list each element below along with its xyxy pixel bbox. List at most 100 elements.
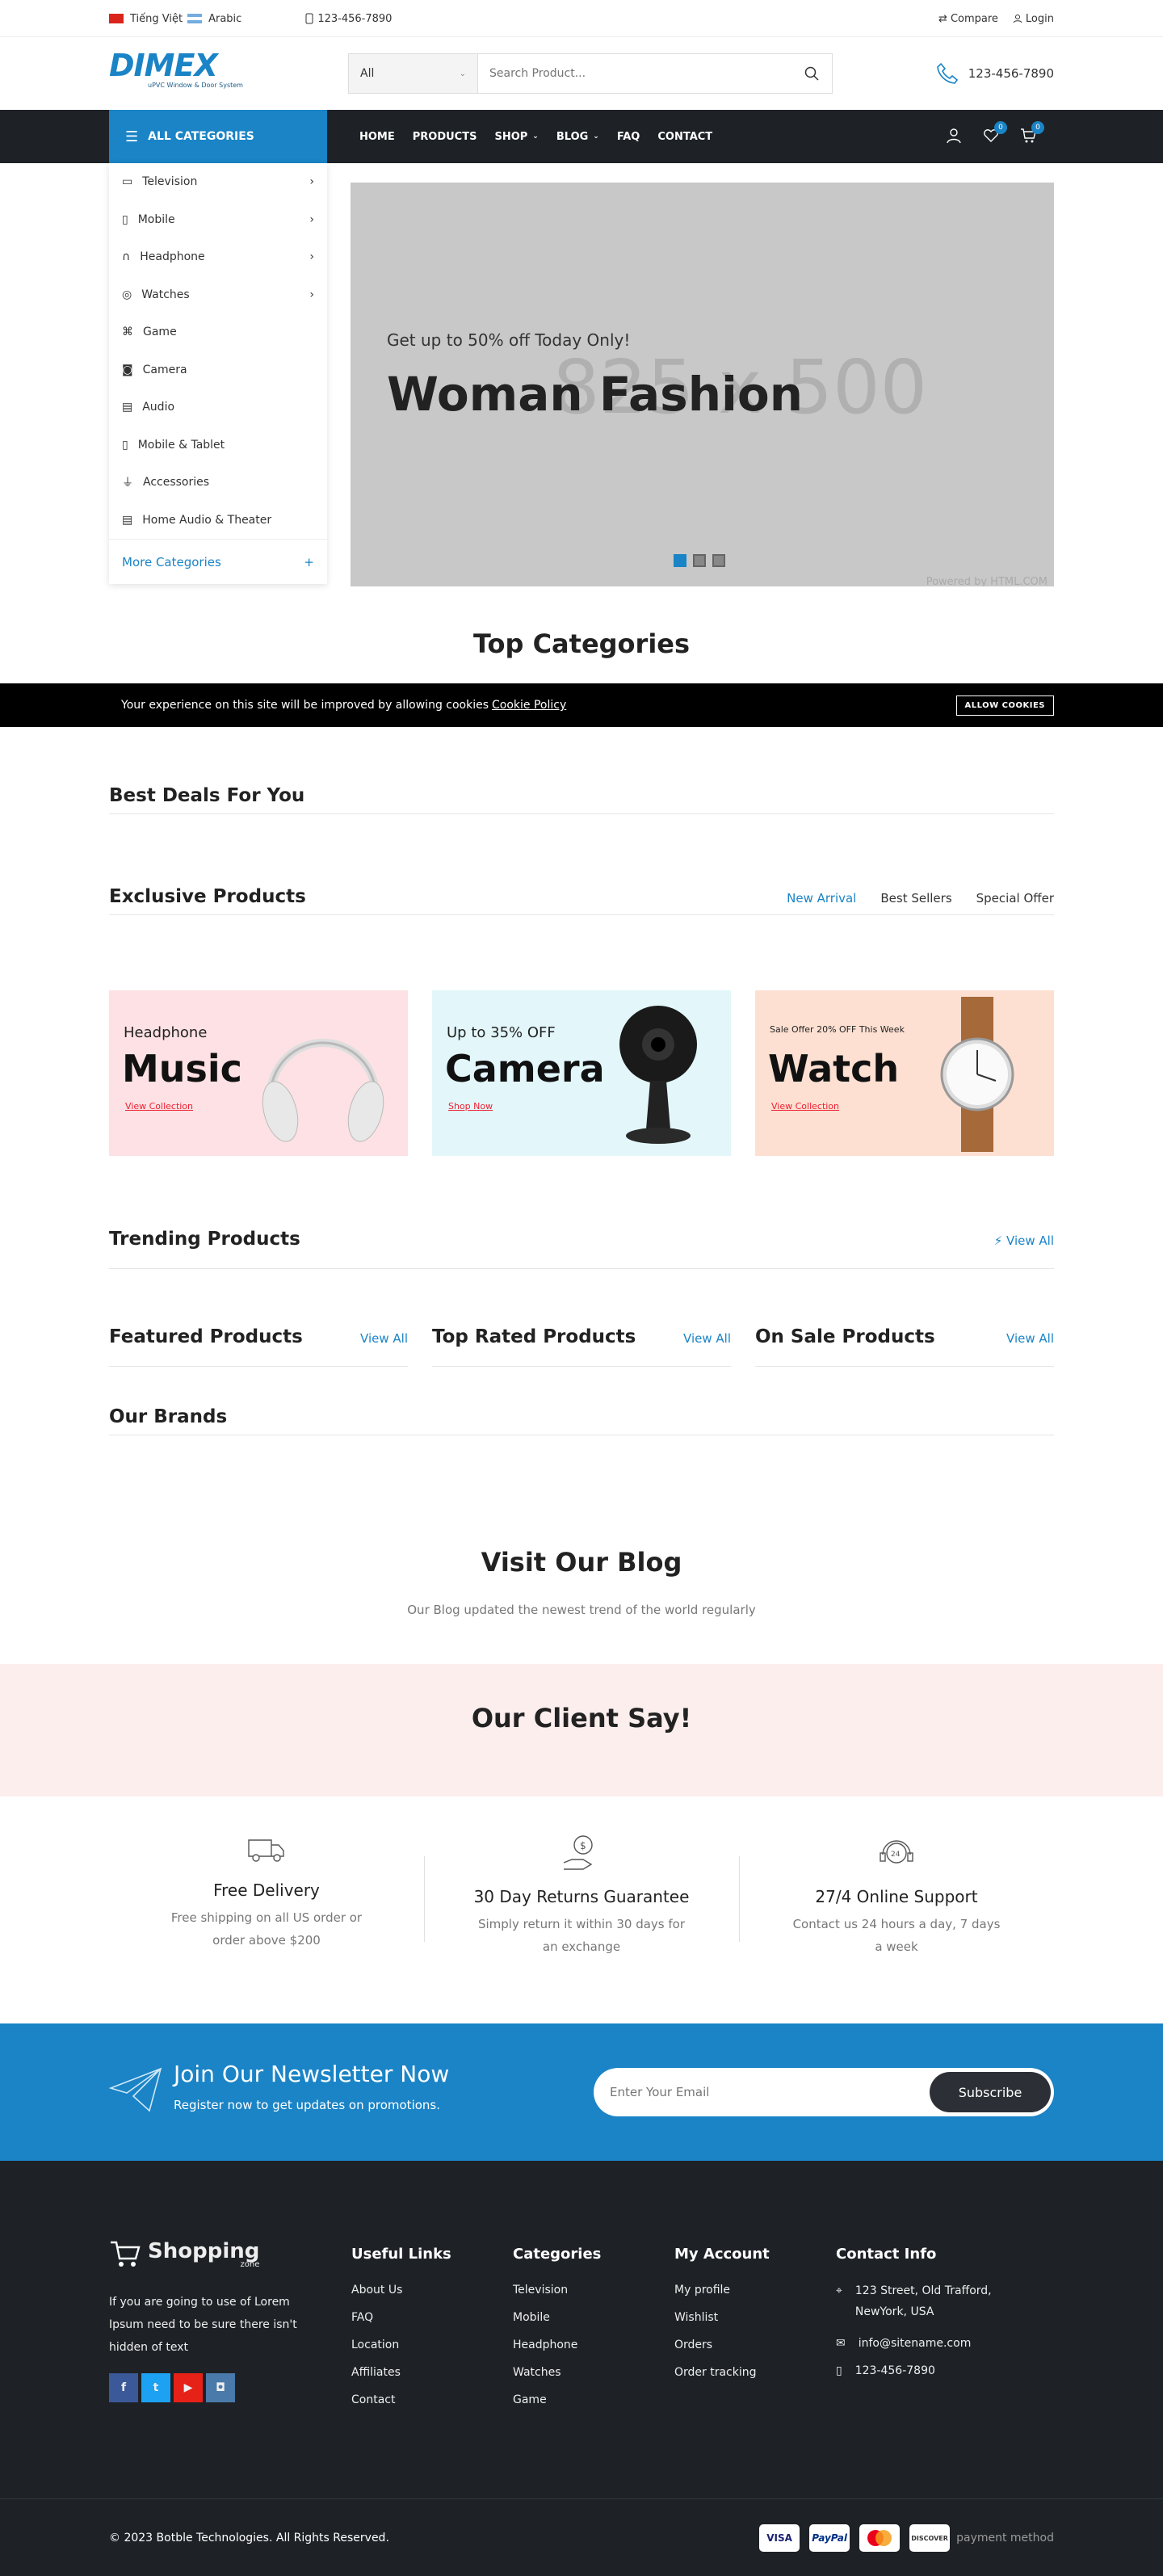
brands-title: Our Brands	[109, 1406, 228, 1427]
slider-dot-2[interactable]	[693, 554, 706, 567]
account-button[interactable]	[946, 128, 964, 145]
view-collection-link[interactable]: View Collection	[125, 1101, 193, 1112]
youtube-icon[interactable]: ▶	[174, 2373, 203, 2402]
search-category-select[interactable]: All ⌄	[349, 54, 478, 93]
top-categories-title: Top Categories	[472, 628, 691, 659]
allow-cookies-button[interactable]: ALLOW COOKIES	[955, 695, 1054, 716]
all-categories-button[interactable]: ☰ ALL CATEGORIES	[109, 110, 327, 163]
newsletter-email-input[interactable]	[610, 2085, 930, 2099]
category-camera[interactable]: ◙ Camera	[109, 351, 327, 389]
category-game[interactable]: ⌘ Game	[109, 313, 327, 351]
footer-link[interactable]: My profile	[674, 2284, 770, 2297]
footer-phone[interactable]: ▯ 123-456-7890	[836, 2364, 1046, 2377]
truck-icon	[248, 1839, 284, 1862]
search-button[interactable]	[791, 54, 832, 93]
newsletter-form: Subscribe	[594, 2068, 1054, 2116]
nav-shop[interactable]: SHOP ⌄	[494, 131, 538, 143]
compare-link[interactable]: ⇄ Compare	[938, 13, 998, 25]
footer-link[interactable]: Orders	[674, 2339, 770, 2351]
footer-logo[interactable]: Shopping zone	[109, 2238, 311, 2270]
shop-now-link[interactable]: Shop Now	[448, 1101, 493, 1112]
footer-link[interactable]: Mobile	[513, 2311, 601, 2324]
tab-best-sellers[interactable]: Best Sellers	[880, 891, 951, 906]
category-mobile[interactable]: ▯ Mobile ›	[109, 201, 327, 239]
shuffle-icon: ⇄	[938, 12, 947, 25]
footer-link[interactable]: Television	[513, 2284, 601, 2297]
tab-special-offer[interactable]: Special Offer	[976, 891, 1054, 906]
footer-link[interactable]: Headphone	[513, 2339, 601, 2351]
footer-link[interactable]: Affiliates	[351, 2366, 451, 2379]
exclusive-header: Exclusive Products New Arrival Best Sell…	[109, 886, 1054, 915]
slider-dot-1[interactable]	[674, 554, 686, 567]
tab-new-arrival[interactable]: New Arrival	[787, 891, 856, 906]
main-nav: ☰ ALL CATEGORIES HOME PRODUCTS SHOP ⌄ BLO…	[0, 110, 1163, 163]
category-headphone[interactable]: ∩ Headphone ›	[109, 238, 327, 276]
more-categories-button[interactable]: More Categories +	[109, 539, 327, 584]
mastercard-icon	[859, 2524, 901, 2552]
login-link[interactable]: Login	[1013, 13, 1054, 25]
lang-arabic[interactable]: Arabic	[187, 13, 241, 25]
view-collection-link[interactable]: View Collection	[771, 1101, 839, 1112]
paypal-icon: PayPal	[809, 2524, 850, 2552]
user-icon	[947, 128, 961, 144]
banner-camera[interactable]: Up to 35% OFF Camera Shop Now	[432, 990, 731, 1156]
on-sale-header: On Sale Products View All	[755, 1326, 1054, 1367]
category-home-audio[interactable]: ▤ Home Audio & Theater	[109, 502, 327, 540]
twitter-icon[interactable]: t	[141, 2373, 170, 2402]
nav-home[interactable]: HOME	[359, 131, 395, 143]
cookie-bar: Your experience on this site will be imp…	[0, 683, 1163, 727]
footer-link[interactable]: Wishlist	[674, 2311, 770, 2324]
mobile-icon: ▯	[836, 2364, 842, 2377]
search-input[interactable]	[478, 54, 791, 93]
brands-header: Our Brands	[109, 1406, 1054, 1435]
copyright: © 2023 Botble Technologies. All Rights R…	[109, 2532, 389, 2544]
trending-view-all[interactable]: ⚡ View All	[994, 1233, 1054, 1248]
category-watches[interactable]: ◎ Watches ›	[109, 276, 327, 314]
subscribe-button[interactable]: Subscribe	[930, 2072, 1051, 2112]
footer-email[interactable]: ✉ info@sitename.com	[836, 2337, 1046, 2350]
camera-icon: ◙	[122, 363, 133, 376]
nav-contact[interactable]: CONTACT	[657, 131, 712, 143]
blog-subtitle: Our Blog updated the newest trend of the…	[407, 1603, 756, 1617]
header-phone[interactable]: 123-456-7890	[934, 61, 1054, 86]
banner-watch[interactable]: Sale Offer 20% OFF This Week Watch View …	[755, 990, 1054, 1156]
topbar-phone[interactable]: 123-456-7890	[304, 13, 392, 25]
cart-count: 0	[1031, 121, 1044, 134]
footer-link[interactable]: Watches	[513, 2366, 601, 2379]
footer-link[interactable]: Game	[513, 2393, 601, 2406]
phone-icon	[936, 62, 958, 84]
nav-blog[interactable]: BLOG ⌄	[556, 131, 599, 143]
facebook-icon[interactable]: f	[109, 2373, 138, 2402]
hero-slider[interactable]: 825 x 500 Get up to 50% off Today Only! …	[351, 183, 1054, 586]
paper-plane-icon	[109, 2067, 162, 2112]
instagram-icon[interactable]: ◘	[206, 2373, 235, 2402]
banner-music[interactable]: Headphone Music View Collection	[109, 990, 408, 1156]
on-sale-view-all[interactable]: View All	[1006, 1326, 1054, 1346]
lang-vietnamese[interactable]: Tiếng Việt	[109, 13, 183, 25]
exclusive-title: Exclusive Products	[109, 886, 306, 907]
footer: Shopping zone If you are going to use of …	[0, 2161, 1163, 2576]
top-rated-view-all[interactable]: View All	[683, 1326, 731, 1346]
footer-link[interactable]: About Us	[351, 2284, 451, 2297]
social-links: f t ▶ ◘	[109, 2373, 311, 2402]
cart-button[interactable]: 0	[1020, 121, 1044, 145]
category-mobile-tablet[interactable]: ▯ Mobile & Tablet	[109, 427, 327, 464]
camera-image	[619, 1006, 697, 1144]
featured-view-all[interactable]: View All	[360, 1326, 408, 1346]
footer-link[interactable]: Location	[351, 2339, 451, 2351]
cookie-policy-link[interactable]: Cookie Policy	[492, 699, 566, 712]
nav-products[interactable]: PRODUCTS	[413, 131, 477, 143]
category-accessories[interactable]: ⏚ Accessories	[109, 464, 327, 502]
nav-faq[interactable]: FAQ	[617, 131, 640, 143]
slider-dots	[674, 554, 725, 567]
logo[interactable]: DIMEX uPVC Window & Door System	[109, 49, 264, 98]
category-audio[interactable]: ▤ Audio	[109, 389, 327, 427]
search-icon	[804, 66, 819, 81]
mobile-icon	[305, 13, 313, 24]
wishlist-button[interactable]: 0	[983, 121, 1007, 145]
footer-link[interactable]: FAQ	[351, 2311, 451, 2324]
slider-dot-3[interactable]	[712, 554, 725, 567]
footer-link[interactable]: Contact	[351, 2393, 451, 2406]
footer-link[interactable]: Order tracking	[674, 2366, 770, 2379]
category-television[interactable]: ▭ Television ›	[109, 163, 327, 201]
